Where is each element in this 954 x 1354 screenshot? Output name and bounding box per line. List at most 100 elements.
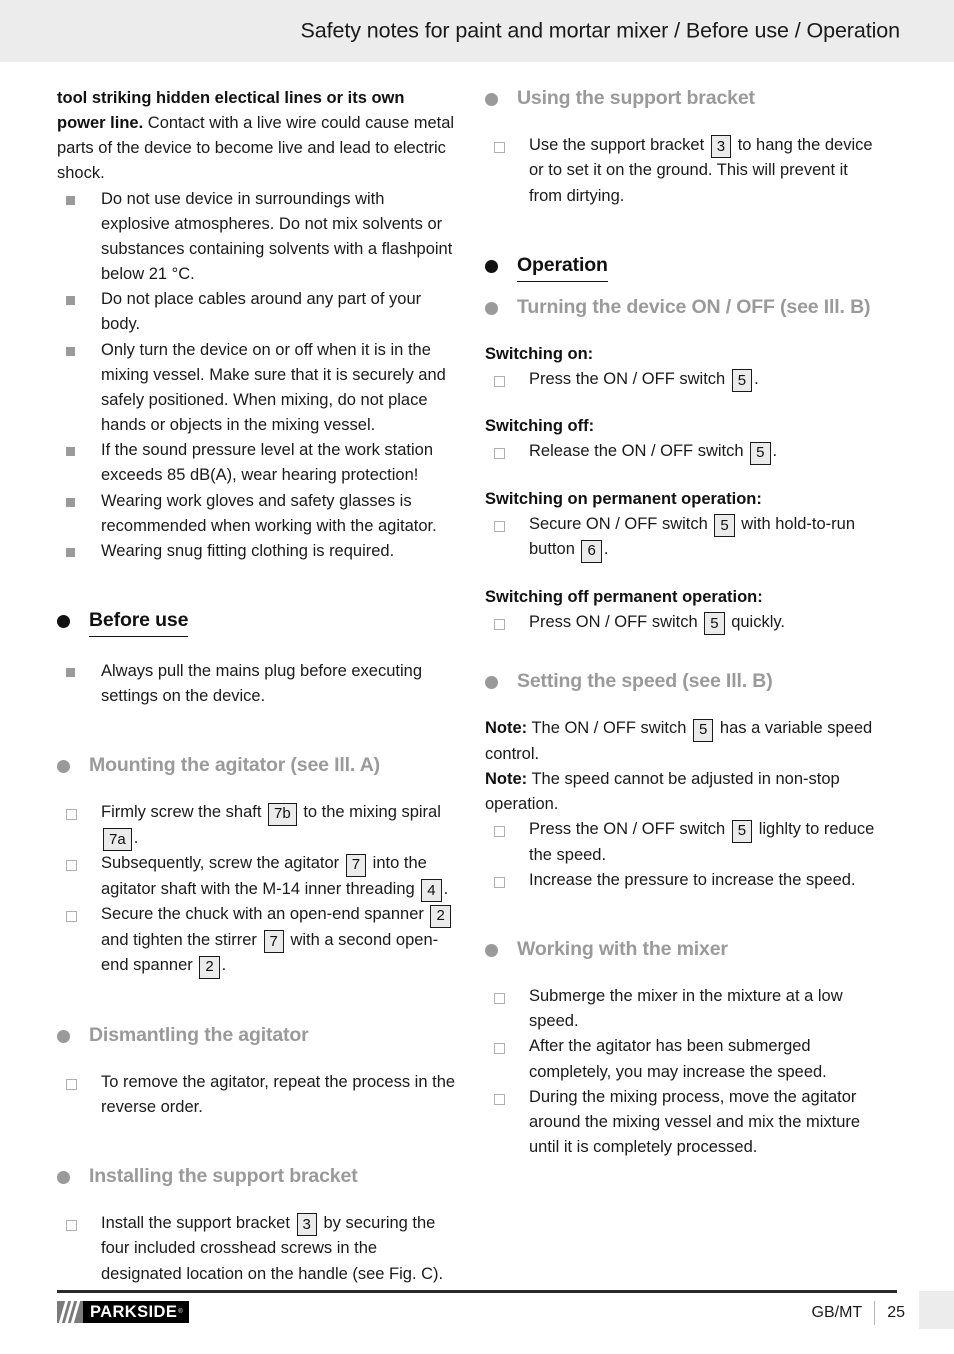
list-item: Only turn the device on or off when it i… — [57, 338, 457, 439]
parkside-logo-wordmark: PARKSIDE ® — [83, 1301, 190, 1323]
list-item: Do not place cables around any part of y… — [57, 287, 457, 337]
list-item: Firmly screw the shaft 7b to the mixing … — [57, 800, 457, 852]
group-label: Switching off permanent operation: — [485, 587, 763, 606]
reference-number-box: 5 — [692, 718, 714, 742]
list-item: Press ON / OFF switch 5 quickly. — [485, 610, 885, 636]
page-header-band: Safety notes for paint and mortar mixer … — [0, 0, 954, 62]
heading-setting-the-speed: Setting the speed (see Ill. B) — [485, 669, 885, 694]
bullet-dot-icon — [57, 1029, 70, 1043]
reference-number-box: 6 — [581, 539, 602, 563]
heading-working-with-the-mixer: Working with the mixer — [485, 937, 885, 962]
bullet-dot-icon — [485, 944, 498, 958]
slashes-icon — [57, 1301, 83, 1323]
registered-mark-icon: ® — [178, 1309, 184, 1315]
list-item: Release the ON / OFF switch 5. — [485, 439, 885, 465]
setting-speed-steps: Press the ON / OFF switch 5 lighlty to r… — [485, 817, 885, 893]
reference-number-box: 7 — [345, 853, 367, 877]
safety-bullet-list: Do not use device in surroundings with e… — [57, 187, 457, 564]
list-item: Wearing work gloves and safety glasses i… — [57, 489, 457, 539]
safety-intro-paragraph: tool striking hidden electical lines or … — [57, 86, 457, 187]
parkside-brand-text: PARKSIDE — [90, 1302, 178, 1321]
reference-number-box: 7b — [268, 802, 297, 826]
heading-before-use: Before use — [57, 608, 457, 637]
group-step-list: Secure ON / OFF switch 5 with hold-to-ru… — [485, 512, 885, 563]
note-label: Note: — [485, 719, 528, 738]
heading-dismantling-agitator: Dismantling the agitator — [57, 1023, 457, 1048]
list-item: Secure ON / OFF switch 5 with hold-to-ru… — [485, 512, 885, 563]
list-item: Press the ON / OFF switch 5 lighlty to r… — [485, 817, 885, 868]
left-column: tool striking hidden electical lines or … — [57, 86, 457, 1287]
list-item: Always pull the mains plug before execut… — [57, 659, 457, 709]
parkside-logo: PARKSIDE ® — [57, 1301, 190, 1323]
footer-page-info: GB/MT 25 — [812, 1291, 954, 1329]
reference-number-box: 5 — [731, 369, 753, 393]
heading-working-with-the-mixer-label: Working with the mixer — [517, 938, 728, 961]
heading-setting-the-speed-label: Setting the speed (see Ill. B) — [517, 670, 773, 693]
bullet-dot-icon — [57, 614, 70, 628]
setting-speed-notes: Note: The ON / OFF switch 5 has a variab… — [485, 716, 885, 817]
mounting-agitator-steps: Firmly screw the shaft 7b to the mixing … — [57, 800, 457, 979]
page-footer: PARKSIDE ® GB/MT 25 — [0, 1290, 954, 1354]
list-item: Wearing snug fitting clothing is require… — [57, 539, 457, 564]
list-item: After the agitator has been submerged co… — [485, 1034, 885, 1084]
list-item: To remove the agitator, repeat the proce… — [57, 1070, 457, 1120]
group-step-list: Press the ON / OFF switch 5. — [485, 367, 885, 393]
group-step-list: Release the ON / OFF switch 5. — [485, 439, 885, 465]
heading-mounting-agitator-label: Mounting the agitator (see Ill. A) — [89, 754, 381, 777]
footer-edge-tab-marker — [919, 1291, 954, 1329]
list-item: Use the support bracket 3 to hang the de… — [485, 133, 885, 209]
note-paragraph: Note: The ON / OFF switch 5 has a variab… — [485, 718, 873, 763]
right-column: Using the support bracket Use the suppor… — [485, 86, 885, 1160]
reference-number-box: 2 — [199, 955, 220, 979]
list-item: Install the support bracket 3 by securin… — [57, 1211, 457, 1287]
heading-turning-device-on-off-label: Turning the device ON / OFF (see Ill. B) — [517, 295, 871, 318]
using-support-bracket-steps: Use the support bracket 3 to hang the de… — [485, 133, 885, 209]
list-item: Press the ON / OFF switch 5. — [485, 367, 885, 393]
heading-using-support-bracket: Using the support bracket — [485, 86, 885, 111]
heading-before-use-label: Before use — [89, 608, 188, 637]
reference-number-box: 2 — [430, 904, 451, 928]
list-item: Subsequently, screw the agitator 7 into … — [57, 851, 457, 903]
heading-operation: Operation — [485, 253, 885, 282]
heading-installing-support-bracket: Installing the support bracket — [57, 1164, 457, 1189]
note-paragraph: Note: The speed cannot be adjusted in no… — [485, 770, 840, 814]
reference-number-box: 7 — [263, 930, 284, 954]
bullet-dot-icon — [485, 259, 498, 273]
bullet-dot-icon — [485, 301, 498, 315]
list-item: Increase the pressure to increase the sp… — [485, 868, 885, 893]
group-label: Switching off: — [485, 417, 595, 436]
bullet-dot-icon — [57, 1170, 70, 1184]
bullet-dot-icon — [485, 676, 498, 690]
reference-number-box: 3 — [296, 1213, 317, 1237]
heading-mounting-agitator: Mounting the agitator (see Ill. A) — [57, 753, 457, 778]
heading-turning-device-on-off: Turning the device ON / OFF (see Ill. B) — [485, 295, 885, 320]
heading-operation-label: Operation — [517, 253, 608, 282]
list-item: Secure the chuck with an open-end spanne… — [57, 902, 457, 979]
heading-dismantling-agitator-label: Dismantling the agitator — [89, 1023, 309, 1046]
page-content: tool striking hidden electical lines or … — [0, 62, 954, 1290]
footer-divider-rule — [57, 1290, 897, 1293]
list-item: Submerge the mixer in the mixture at a l… — [485, 984, 885, 1034]
group-step-list: Press ON / OFF switch 5 quickly. — [485, 610, 885, 636]
heading-using-support-bracket-label: Using the support bracket — [517, 87, 755, 109]
reference-number-box: 7a — [103, 828, 132, 852]
reference-number-box: 5 — [714, 514, 735, 538]
footer-page-number: 25 — [887, 1304, 905, 1321]
group-label: Switching on: — [485, 344, 594, 363]
bullet-dot-icon — [485, 93, 498, 106]
turning-on-off-groups: Switching on: Press the ON / OFF switch 5… — [485, 342, 885, 636]
